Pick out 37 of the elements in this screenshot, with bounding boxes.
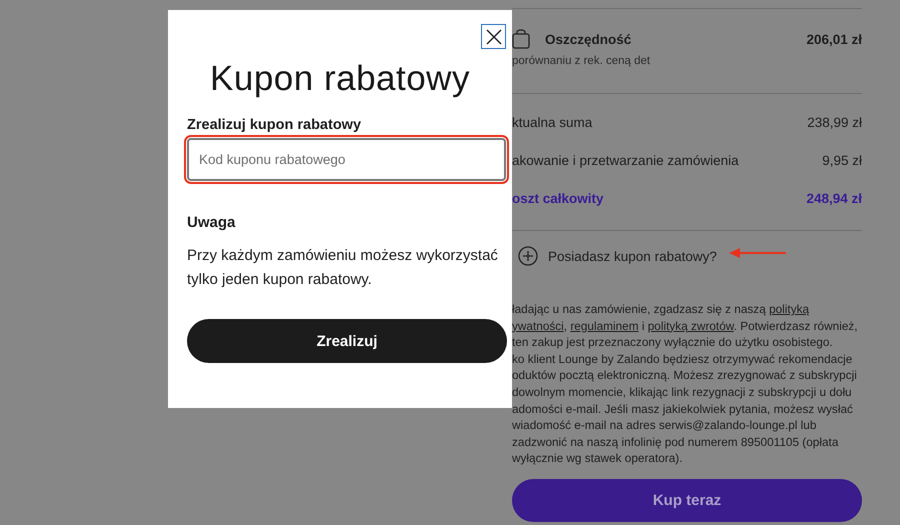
legal-text: wyłącznie wg stawek operatora). xyxy=(512,450,684,467)
savings-note: porównaniu z rek. ceną det xyxy=(512,55,652,67)
coupon-code-field[interactable]: Kod kuponu rabatowego xyxy=(187,138,506,181)
price-label: ktualna suma xyxy=(512,115,594,130)
redeem-button[interactable]: Zrealizuj xyxy=(187,319,507,363)
price-amount: 248,94 zł xyxy=(806,191,862,206)
close-icon xyxy=(486,28,502,44)
bag-icon xyxy=(512,29,530,49)
field-label: Zrealizuj kupon rabatowy xyxy=(187,117,362,133)
note-heading: Uwaga xyxy=(187,214,236,231)
price-label: oszt całkowity xyxy=(512,191,605,206)
buy-now-button[interactable]: Kup teraz xyxy=(512,478,862,522)
plus-icon xyxy=(518,246,538,266)
price-amount: 238,99 zł xyxy=(807,115,862,130)
price-label: akowanie i przetwarzanie zamówienia xyxy=(512,153,740,168)
policy-link[interactable]: ywatności xyxy=(512,318,564,333)
policy-link[interactable]: polityką xyxy=(769,302,810,316)
legal-text: ko klient Lounge by Zalando będziesz otrzymywać rekomendacje xyxy=(512,350,854,368)
legal-text: adomości e-mail. Jeśli masz jakiekolwiek pytania, możesz wysłać xyxy=(512,400,854,418)
legal-text: ładając u nas zamówienie, zgadzasz się z naszą xyxy=(512,302,767,316)
price-amount: 9,95 zł xyxy=(822,153,862,168)
legal-text: zadzwonić na naszą infolinię pod numerem 895001105 (opłata xyxy=(512,434,840,450)
legal-text: ten zakup jest przeznaczony wyłącznie do użytku osobistego. xyxy=(512,334,834,351)
close-button[interactable] xyxy=(481,24,506,49)
note-text: Przy każdym zamówieniu możesz wykorzystać tylko jeden kupon rabatowy. xyxy=(187,246,499,290)
legal-text: oduktów pocztą elektroniczną. Możesz zrezygnować z subskrypcji xyxy=(512,367,858,384)
coupon-link[interactable]: Posiadasz kupon rabatowy? xyxy=(548,248,717,264)
policy-link[interactable]: regulaminem xyxy=(570,318,639,333)
savings-label: Oszczędność xyxy=(545,32,632,46)
legal-text: i xyxy=(640,318,646,333)
dialog-title: Kupon rabatowy xyxy=(209,59,471,99)
savings-amount: 206,01 zł xyxy=(806,32,862,46)
legal-text: . Potwierdzasz również, xyxy=(734,318,858,333)
legal-text: wiadomość e-mail na adres serwis@zalando-lounge.pl lub xyxy=(512,417,818,434)
legal-text: dowolnym momencie, klikając link rezygnacji z subskrypcji u dołu xyxy=(512,384,853,401)
legal-text: , xyxy=(564,318,568,333)
policy-link[interactable]: polityką zwrotów xyxy=(648,318,734,333)
